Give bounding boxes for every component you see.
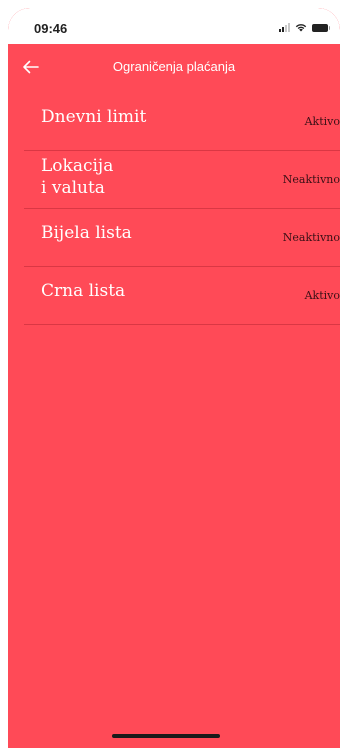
phone-screen: 09:46 Ograničenja plaćanja Dnevni limit … (8, 8, 340, 748)
list-item-status: Neaktivno (282, 231, 340, 244)
list-item-status: Neaktivno (282, 173, 340, 186)
restrictions-list: Dnevni limit Aktivo Lokacija i valuta Ne… (24, 93, 340, 325)
signal-icon (279, 23, 290, 32)
wifi-icon (295, 22, 307, 32)
status-time: 09:46 (34, 21, 68, 36)
nav-header: Ograničenja plaćanja (8, 44, 340, 90)
home-indicator (112, 734, 220, 738)
list-item-label: Bijela lista (41, 223, 132, 243)
page-title: Ograničenja plaćanja (112, 59, 236, 74)
battery-icon (312, 24, 330, 32)
list-item-status: Aktivo (304, 115, 340, 128)
list-item-blacklist[interactable]: Crna lista Aktivo (24, 267, 340, 325)
list-item-daily-limit[interactable]: Dnevni limit Aktivo (24, 93, 340, 151)
list-item-label: Dnevni limit (41, 107, 147, 127)
list-item-whitelist[interactable]: Bijela lista Neaktivno (24, 209, 340, 267)
list-item-status: Aktivo (304, 289, 340, 302)
status-icons (279, 22, 330, 32)
list-item-location-currency[interactable]: Lokacija i valuta Neaktivno (24, 151, 340, 209)
list-item-label: Crna lista (41, 281, 126, 301)
list-item-label: Lokacija i valuta (41, 156, 114, 198)
status-bar: 09:46 (8, 8, 340, 44)
